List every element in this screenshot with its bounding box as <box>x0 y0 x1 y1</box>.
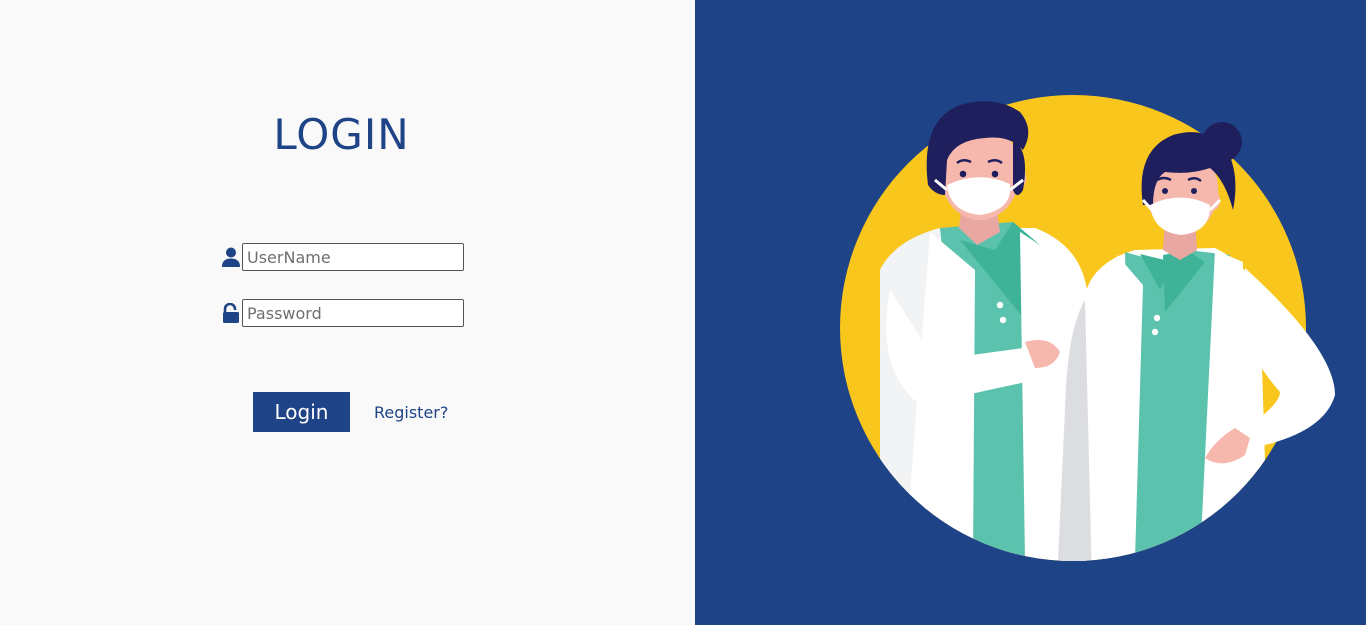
user-icon <box>220 242 242 272</box>
illustration-panel <box>695 0 1366 625</box>
login-panel: LOGIN Login Register? <box>0 0 695 625</box>
login-page: LOGIN Login Register? <box>0 0 1366 625</box>
page-title: LOGIN <box>273 110 410 159</box>
password-input[interactable] <box>242 299 464 327</box>
register-link[interactable]: Register? <box>374 403 448 422</box>
unlock-icon <box>220 298 242 328</box>
doctors-illustration <box>840 95 1335 561</box>
username-row <box>220 242 464 272</box>
login-button[interactable]: Login <box>253 392 350 432</box>
username-input[interactable] <box>242 243 464 271</box>
password-row <box>220 298 464 328</box>
